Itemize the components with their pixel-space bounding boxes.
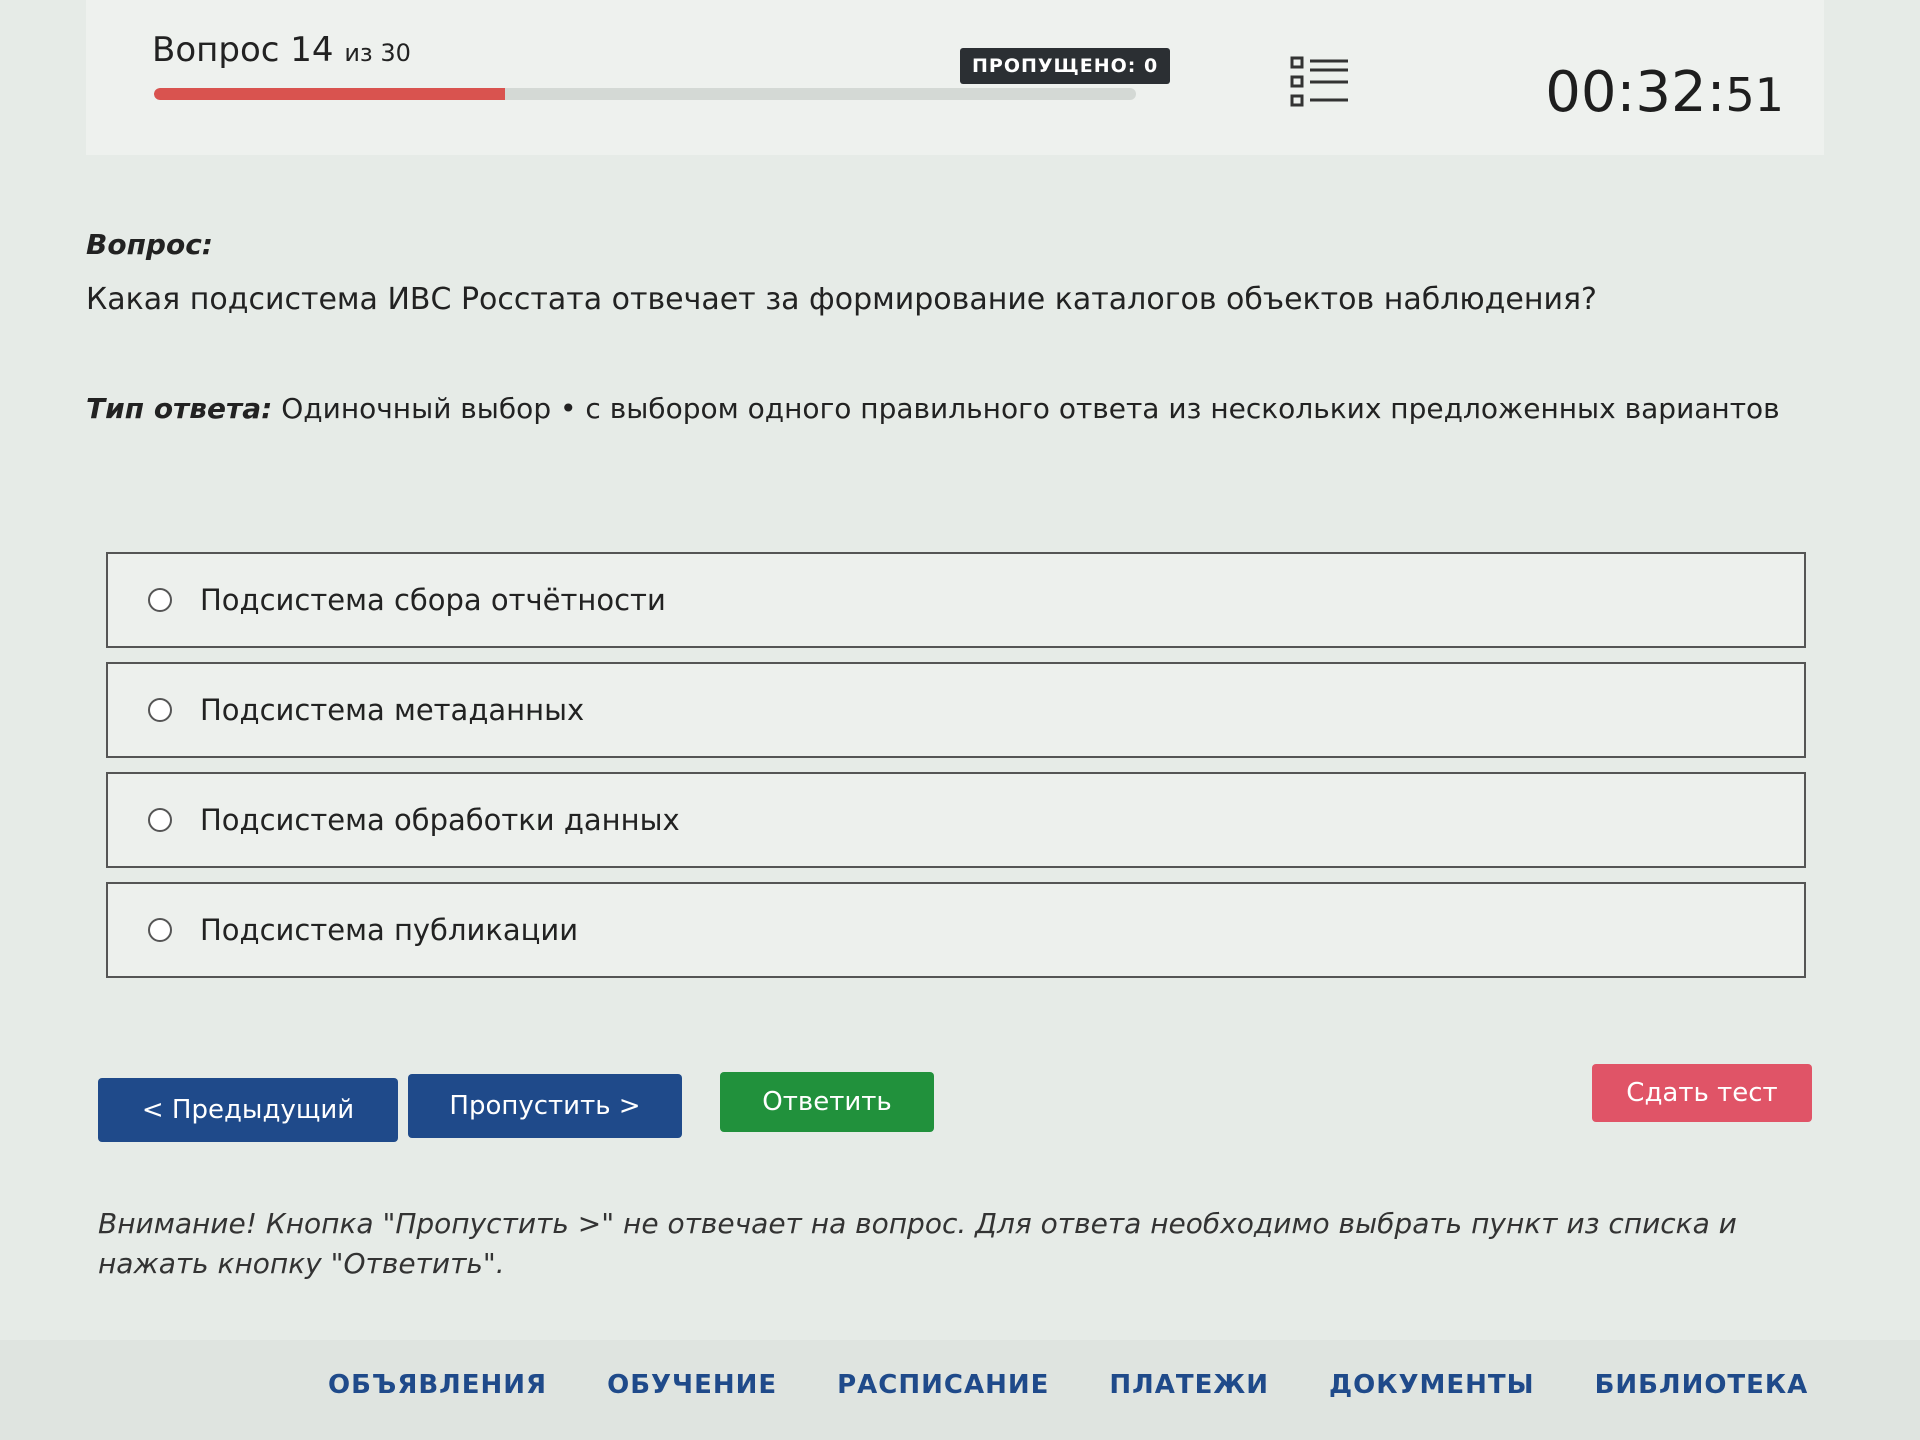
timer-main: 00:32: [1545,60,1726,125]
progress-fill [154,88,505,100]
answer-button[interactable]: Ответить [720,1072,934,1132]
progress-bar [154,88,1136,100]
footer-nav: ОБЪЯВЛЕНИЯ ОБУЧЕНИЕ РАСПИСАНИЕ ПЛАТЕЖИ Д… [328,1370,1808,1400]
submit-test-button[interactable]: Сдать тест [1592,1064,1812,1122]
option-label: Подсистема обработки данных [200,803,680,837]
footer-link-announcements[interactable]: ОБЪЯВЛЕНИЯ [328,1370,547,1400]
answer-options: Подсистема сбора отчётности Подсистема м… [106,552,1806,992]
answer-type: Тип ответа: Одиночный выбор • с выбором … [86,392,1780,425]
radio-button[interactable] [148,808,172,832]
footer: ОБЪЯВЛЕНИЯ ОБУЧЕНИЕ РАСПИСАНИЕ ПЛАТЕЖИ Д… [0,1340,1920,1440]
test-header: Вопрос 14 из 30 ПРОПУЩЕНО: 0 00:32:51 [86,0,1824,155]
answer-option[interactable]: Подсистема метаданных [106,662,1806,758]
list-icon[interactable] [1290,56,1350,108]
footer-link-schedule[interactable]: РАСПИСАНИЕ [837,1370,1049,1400]
question-counter: Вопрос 14 из 30 [152,30,411,70]
answer-type-label: Тип ответа: [86,392,273,425]
question-total: из 30 [344,39,411,67]
radio-button[interactable] [148,698,172,722]
question-label: Вопрос: [86,228,213,261]
previous-button[interactable]: < Предыдущий [98,1078,398,1142]
radio-button[interactable] [148,918,172,942]
answer-option[interactable]: Подсистема сбора отчётности [106,552,1806,648]
answer-type-value: Одиночный выбор • с выбором одного прави… [281,392,1780,425]
option-label: Подсистема сбора отчётности [200,583,666,617]
skip-button[interactable]: Пропустить > [408,1074,682,1138]
option-label: Подсистема публикации [200,913,579,947]
question-word: Вопрос [152,30,280,70]
skipped-badge: ПРОПУЩЕНО: 0 [960,48,1171,84]
answer-option[interactable]: Подсистема обработки данных [106,772,1806,868]
timer: 00:32:51 [1545,60,1784,125]
question-text: Какая подсистема ИВС Росстата отвечает з… [86,282,1597,317]
answer-option[interactable]: Подсистема публикации [106,882,1806,978]
question-number: 14 [290,30,334,70]
footer-link-documents[interactable]: ДОКУМЕНТЫ [1329,1370,1535,1400]
warning-text: Внимание! Кнопка "Пропустить >" не отвеч… [98,1207,1737,1280]
footer-link-library[interactable]: БИБЛИОТЕКА [1595,1370,1809,1400]
footer-link-payments[interactable]: ПЛАТЕЖИ [1109,1370,1269,1400]
footer-link-learning[interactable]: ОБУЧЕНИЕ [607,1370,777,1400]
option-label: Подсистема метаданных [200,693,585,727]
timer-seconds: 51 [1725,68,1784,122]
radio-button[interactable] [148,588,172,612]
